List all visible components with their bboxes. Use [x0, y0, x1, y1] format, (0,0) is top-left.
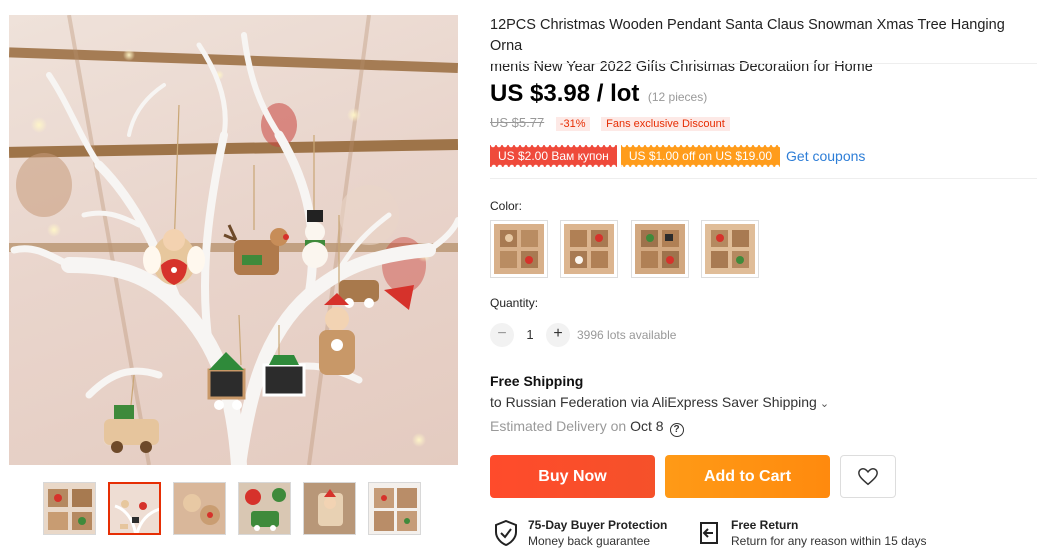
original-price: US $5.77: [490, 115, 545, 130]
chevron-down-icon: ⌄: [819, 398, 830, 410]
quantity-label: Quantity:: [490, 296, 539, 310]
thumbnail-4[interactable]: [238, 482, 291, 535]
quantity-decrease-button[interactable]: −: [490, 323, 514, 347]
buyer-protection-subtitle: Money back guarantee: [528, 534, 651, 548]
price-row: US $3.98 / lot (12 pieces): [490, 80, 707, 108]
ornament-photo: [9, 15, 458, 465]
add-to-cart-button[interactable]: Add to Cart: [665, 455, 830, 498]
price-unit: (12 pieces): [647, 90, 708, 104]
color-swatch-3[interactable]: [631, 220, 689, 278]
color-swatch-4[interactable]: [701, 220, 759, 278]
old-price-row: US $5.77 -31% Fans exclusive Discount: [490, 115, 730, 131]
buyer-protection-title: 75-Day Buyer Protection: [528, 518, 668, 532]
coupon-rub[interactable]: US $2.00 Вам купон: [490, 145, 617, 167]
discount-badge: -31%: [555, 117, 590, 131]
shield-check-icon: [495, 520, 517, 546]
get-coupons-link[interactable]: Get coupons: [786, 145, 865, 167]
color-swatch-1[interactable]: [490, 220, 548, 278]
product-title: 12PCS Christmas Wooden Pendant Santa Cla…: [490, 15, 1035, 78]
color-label: Color:: [490, 199, 523, 213]
main-product-image[interactable]: [9, 15, 458, 465]
wishlist-button[interactable]: [840, 455, 896, 498]
divider: [490, 178, 1037, 179]
free-return-subtitle: Return for any reason within 15 days: [731, 534, 927, 548]
divider: [490, 63, 1037, 64]
product-title-line-1: 12PCS Christmas Wooden Pendant Santa Cla…: [490, 17, 1005, 54]
shipping-title: Free Shipping: [490, 373, 584, 389]
question-help-icon[interactable]: ?: [669, 423, 684, 437]
fans-discount-badge: Fans exclusive Discount: [601, 117, 730, 131]
coupon-store[interactable]: US $1.00 off on US $19.00: [620, 145, 781, 167]
thumbnail-6[interactable]: [368, 482, 421, 535]
delivery-date: Oct 8: [630, 418, 664, 434]
thumbnail-3[interactable]: [173, 482, 226, 535]
return-arrow-icon: [700, 522, 718, 544]
current-price: US $3.98 / lot: [490, 80, 640, 107]
free-return: Free Return Return for any reason within…: [697, 518, 937, 550]
thumbnail-1[interactable]: [43, 482, 96, 535]
quantity-value[interactable]: 1: [520, 323, 540, 347]
thumbnail-strip: [43, 482, 433, 536]
buy-now-button[interactable]: Buy Now: [490, 455, 655, 498]
estimated-delivery: Estimated Delivery on Oct 8?: [490, 418, 684, 437]
product-title-line-2: ments New Year 2022 Gifts Christmas Deco…: [490, 59, 873, 75]
quantity-increase-button[interactable]: +: [546, 323, 570, 347]
shipping-destination[interactable]: to Russian Federation via AliExpress Sav…: [490, 394, 829, 410]
delivery-label: Estimated Delivery on: [490, 418, 627, 434]
free-return-title: Free Return: [731, 518, 799, 532]
color-swatch-2[interactable]: [560, 220, 618, 278]
thumbnail-2[interactable]: [108, 482, 161, 535]
thumbnail-5[interactable]: [303, 482, 356, 535]
available-quantity: 3996 lots available: [577, 328, 677, 342]
heart-icon: [858, 468, 878, 486]
shipping-destination-text: to Russian Federation via AliExpress Sav…: [490, 394, 817, 410]
coupon-row: US $2.00 Вам купон US $1.00 off on US $19…: [490, 145, 865, 167]
buyer-protection: 75-Day Buyer Protection Money back guara…: [494, 518, 684, 550]
